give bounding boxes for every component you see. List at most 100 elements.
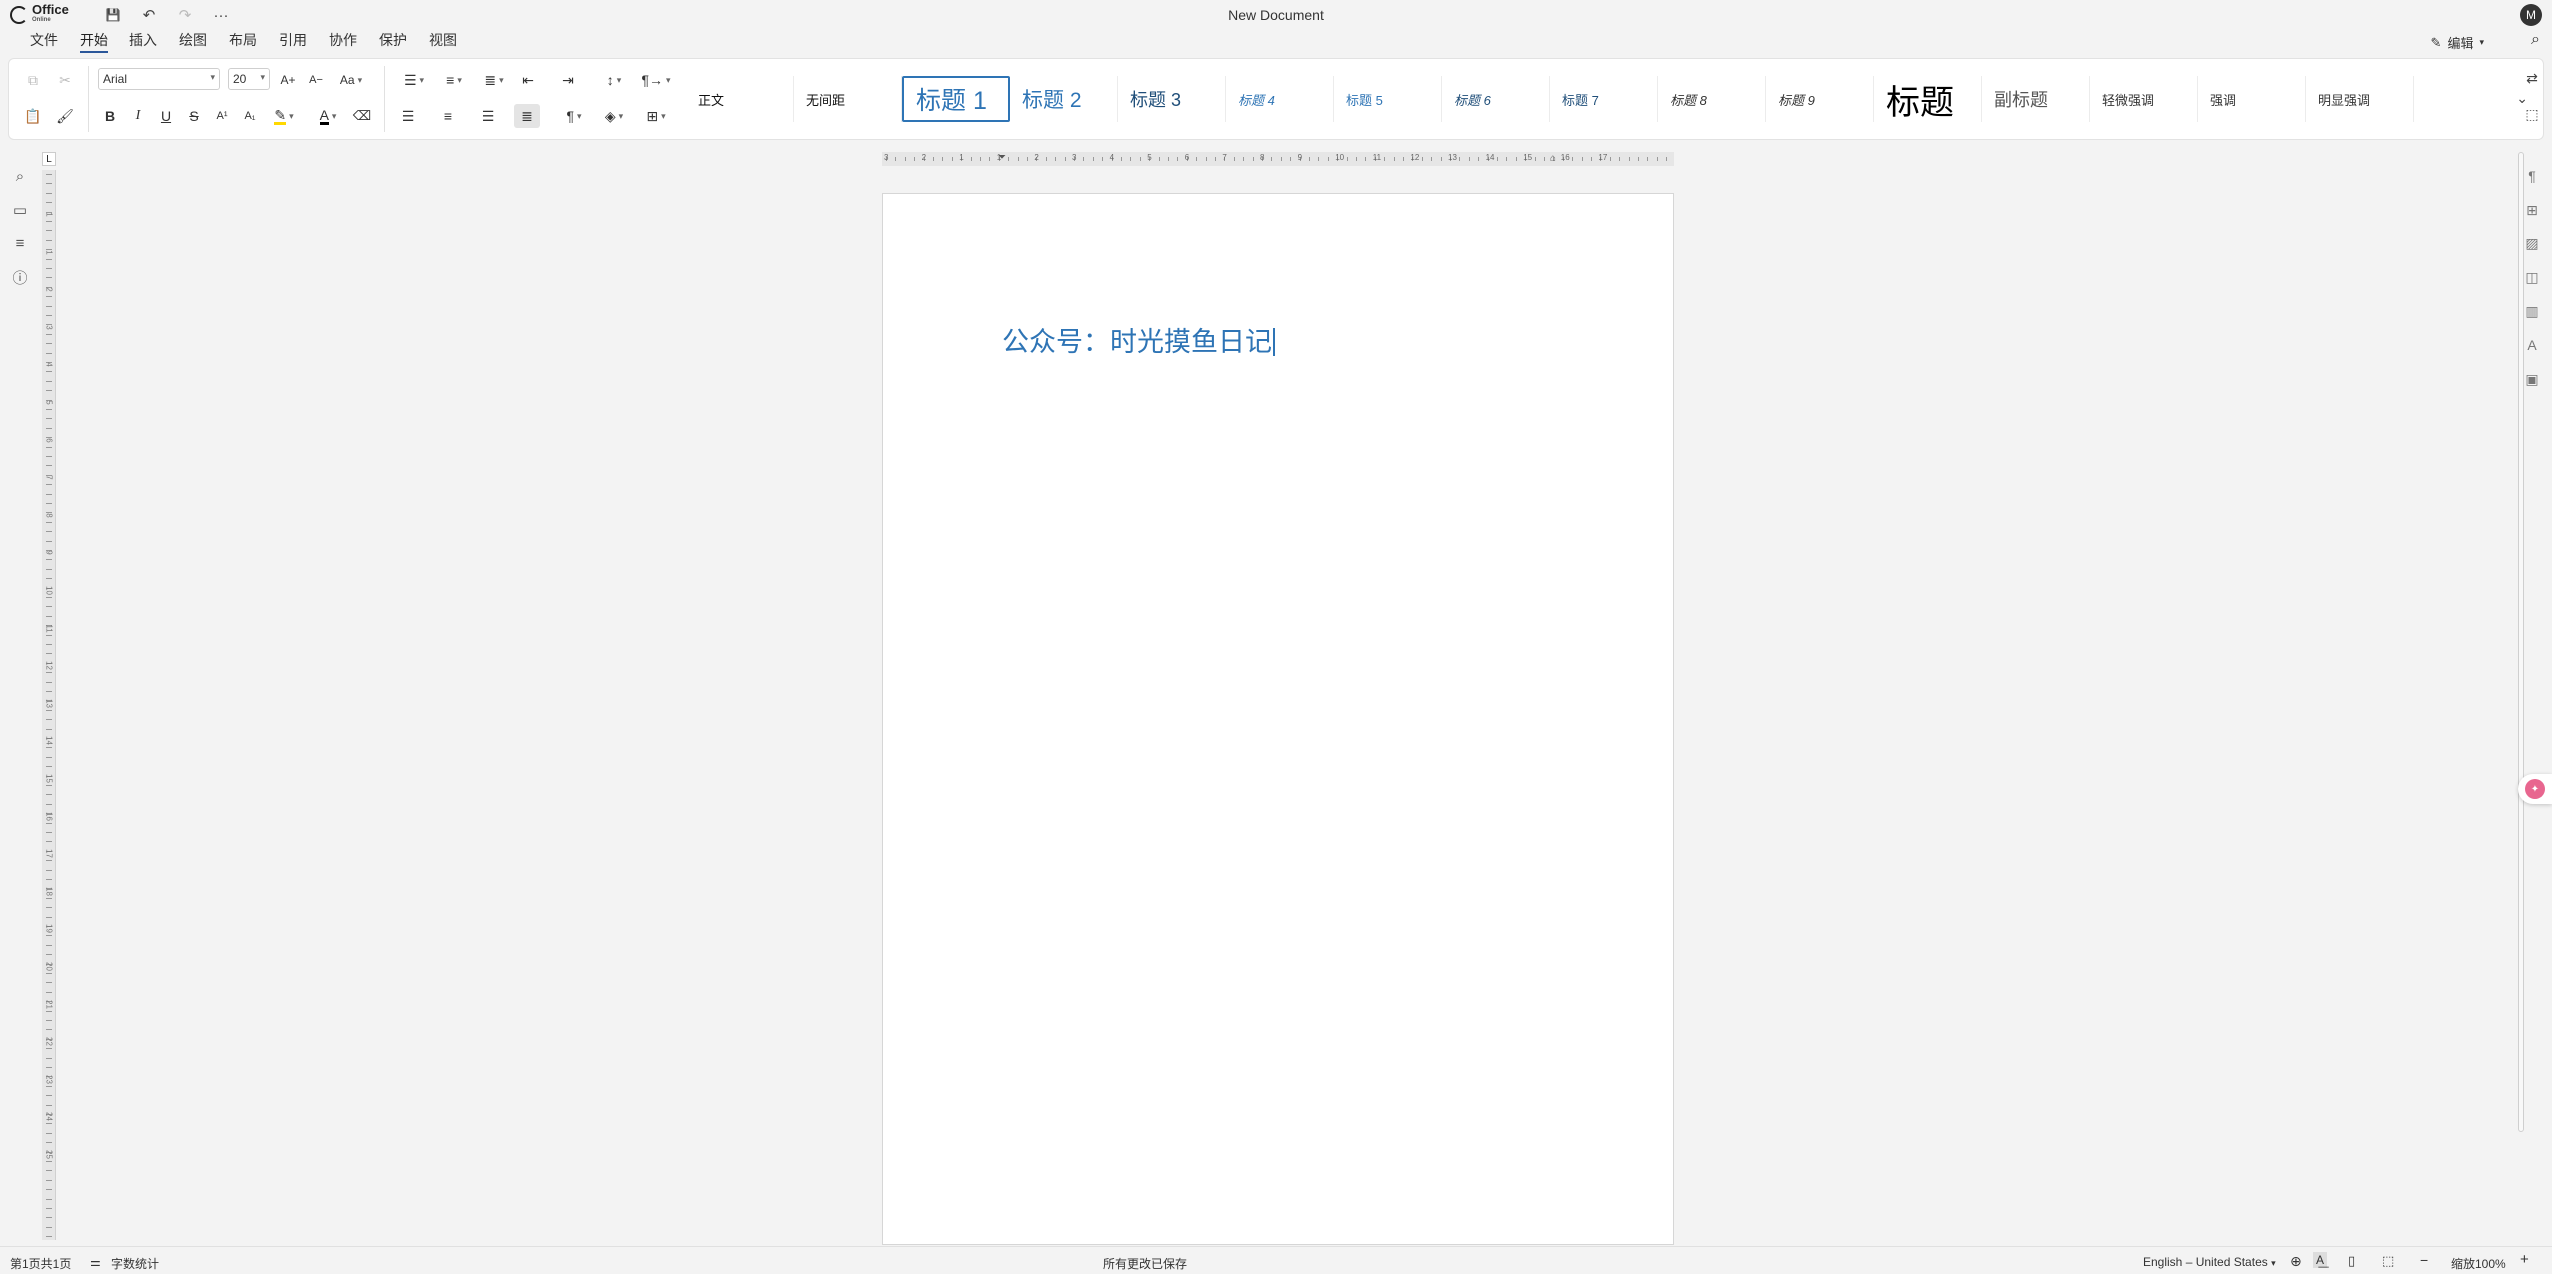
bold-button[interactable]: B <box>98 104 122 128</box>
avatar[interactable]: M <box>2520 4 2542 26</box>
style-tile[interactable]: 无间距 <box>794 76 902 122</box>
style-tile[interactable]: 正文 <box>686 76 794 122</box>
align-center-button[interactable]: ≡ <box>436 104 460 128</box>
search-button[interactable]: ⌕ <box>2531 31 2540 49</box>
tab-stop-selector[interactable]: L <box>42 152 56 166</box>
print-layout-icon[interactable]: ⬚ <box>2382 1253 2394 1269</box>
decrease-indent-button[interactable]: ⇤ <box>516 68 540 92</box>
redo-button[interactable]: ↷ <box>173 4 197 26</box>
menu-tab-7[interactable]: 保护 <box>379 30 407 50</box>
copy-button[interactable]: ⧉ <box>22 68 44 92</box>
style-tile[interactable]: 标题 7 <box>1550 76 1658 122</box>
menu-tab-3[interactable]: 绘图 <box>179 30 207 50</box>
shading-button[interactable]: ◈ <box>596 104 632 128</box>
style-tile[interactable]: 明显强调 <box>2306 76 2414 122</box>
more-button[interactable]: ··· <box>209 4 233 26</box>
edit-mode-dropdown[interactable]: ✎ 编辑 ▾ <box>2431 33 2484 52</box>
paragraph-settings-button[interactable]: ¶ <box>2522 166 2542 186</box>
superscript-button[interactable]: A¹ <box>210 104 234 128</box>
zoom-level[interactable]: 缩放100% <box>2451 1255 2506 1272</box>
style-tile[interactable]: 标题 5 <box>1334 76 1442 122</box>
strikethrough-button[interactable]: S <box>182 104 206 128</box>
image-settings-button[interactable]: ▨ <box>2522 233 2542 253</box>
save-button[interactable]: 💾 <box>101 4 125 26</box>
clear-formatting-button[interactable]: ⌫ <box>350 104 374 128</box>
font-name-select[interactable]: Arial ▾ <box>98 68 220 90</box>
form-settings-button[interactable]: ▣ <box>2522 369 2542 389</box>
text-art-settings-button[interactable]: A <box>2522 335 2542 355</box>
undo-button[interactable]: ↶ <box>137 4 161 26</box>
style-tile[interactable]: 副标题 <box>1982 76 2090 122</box>
menu-tab-1[interactable]: 开始 <box>80 30 108 53</box>
highlight-button[interactable]: ✎ <box>266 104 302 128</box>
office-logo[interactable]: Office Online <box>10 3 69 26</box>
font-size-select[interactable]: 20 ▾ <box>228 68 270 90</box>
line-spacing-button[interactable]: ↕ <box>596 68 632 92</box>
page-counter[interactable]: 第1页共1页 <box>10 1255 71 1272</box>
globe-icon[interactable]: ⊕ <box>2290 1253 2302 1270</box>
vertical-ruler[interactable]: 1 1 2 3 4 5 6 7 8 9 10 11 12 13 14 15 16 17 18 19 20 21 22 23 24… <box>42 170 56 1240</box>
horizontal-ruler[interactable]: 3 2 1 1 2 3 4 5 6 7 8 9 10 11 12 13 14 15 16 17 ⏷ ⌂ <box>882 152 1674 166</box>
paste-button[interactable]: 📋 <box>22 104 44 128</box>
align-left-button[interactable]: ☰ <box>396 104 420 128</box>
zoom-out-button[interactable]: − <box>2420 1252 2428 1268</box>
text-direction-button[interactable]: ¶→ <box>638 68 674 92</box>
increase-indent-button[interactable]: ⇥ <box>556 68 580 92</box>
ruler-tick <box>46 315 52 316</box>
shape-settings-button[interactable]: ◫ <box>2522 267 2542 287</box>
word-count-button[interactable]: 字数统计 <box>111 1255 159 1272</box>
style-tile[interactable]: 轻微强调 <box>2090 76 2198 122</box>
comments-button[interactable]: ▭ <box>10 200 30 220</box>
numbering-button[interactable]: ≡ <box>436 68 472 92</box>
document-heading[interactable]: 公众号：时光摸鱼日记 <box>1002 320 1275 359</box>
subscript-button[interactable]: A₁ <box>238 104 262 128</box>
align-right-button[interactable]: ☰ <box>476 104 500 128</box>
spellcheck-icon[interactable]: A͟ <box>2313 1252 2328 1268</box>
change-case-button[interactable]: Aa <box>334 68 368 92</box>
font-color-button[interactable]: A <box>310 104 346 128</box>
language-select[interactable]: English – United States ▾ <box>2143 1255 2276 1269</box>
style-tile[interactable]: 标题 3 <box>1118 76 1226 122</box>
style-tile[interactable]: 标题 6 <box>1442 76 1550 122</box>
menu-tab-8[interactable]: 视图 <box>429 30 457 50</box>
outline-button[interactable]: ≡ <box>10 233 30 253</box>
borders-button[interactable]: ⊞ <box>638 104 674 128</box>
right-indent-marker[interactable]: ⌂ <box>1550 153 1556 164</box>
style-tile[interactable]: 标题 8 <box>1658 76 1766 122</box>
style-tile[interactable]: 标题 9 <box>1766 76 1874 122</box>
italic-button[interactable]: I <box>126 104 150 128</box>
read-mode-icon[interactable]: ▯ <box>2348 1253 2355 1269</box>
select-button[interactable]: ⬚ <box>2522 104 2542 124</box>
ruler-tick <box>46 916 52 918</box>
shrink-font-button[interactable]: A− <box>304 68 328 92</box>
style-tile[interactable]: 标题 2 <box>1010 76 1118 122</box>
multilevel-list-button[interactable]: ≣ <box>476 68 512 92</box>
justify-button[interactable]: ≣ <box>514 104 540 128</box>
zoom-in-button[interactable]: + <box>2520 1251 2529 1268</box>
menu-tab-0[interactable]: 文件 <box>30 30 58 50</box>
vertical-scrollbar[interactable] <box>2518 152 2524 1238</box>
navigation-search-button[interactable]: ⌕ <box>10 166 30 186</box>
menu-tab-6[interactable]: 协作 <box>329 30 357 50</box>
format-painter-button[interactable]: 🖌 <box>54 104 76 128</box>
grow-font-button[interactable]: A+ <box>276 68 300 92</box>
style-tile[interactable]: 强调 <box>2198 76 2306 122</box>
show-formatting-button[interactable]: ¶ <box>556 104 592 128</box>
menu-tab-2[interactable]: 插入 <box>129 30 157 50</box>
bullets-button[interactable]: ☰ <box>396 68 432 92</box>
document-page[interactable]: 公众号：时光摸鱼日记 <box>882 193 1674 1245</box>
indent-marker[interactable]: ⏷ <box>998 152 1006 163</box>
style-tile[interactable]: 标题 <box>1874 76 1982 122</box>
assistant-button[interactable]: ✦ <box>2518 774 2552 804</box>
underline-button[interactable]: U <box>154 104 178 128</box>
info-button[interactable]: ⓘ <box>10 267 30 287</box>
chart-settings-button[interactable]: ▥ <box>2522 301 2542 321</box>
menu-tab-4[interactable]: 布局 <box>229 30 257 50</box>
cut-button[interactable]: ✂ <box>54 68 76 92</box>
menu-tab-5[interactable]: 引用 <box>279 30 307 50</box>
ribbon-options-button[interactable]: ⇄ <box>2522 68 2542 88</box>
style-tile[interactable]: 标题 4 <box>1226 76 1334 122</box>
style-tile[interactable]: 标题 1 <box>902 76 1010 122</box>
scrollbar-thumb[interactable] <box>2518 152 2524 1132</box>
table-settings-button[interactable]: ⊞ <box>2522 200 2542 220</box>
